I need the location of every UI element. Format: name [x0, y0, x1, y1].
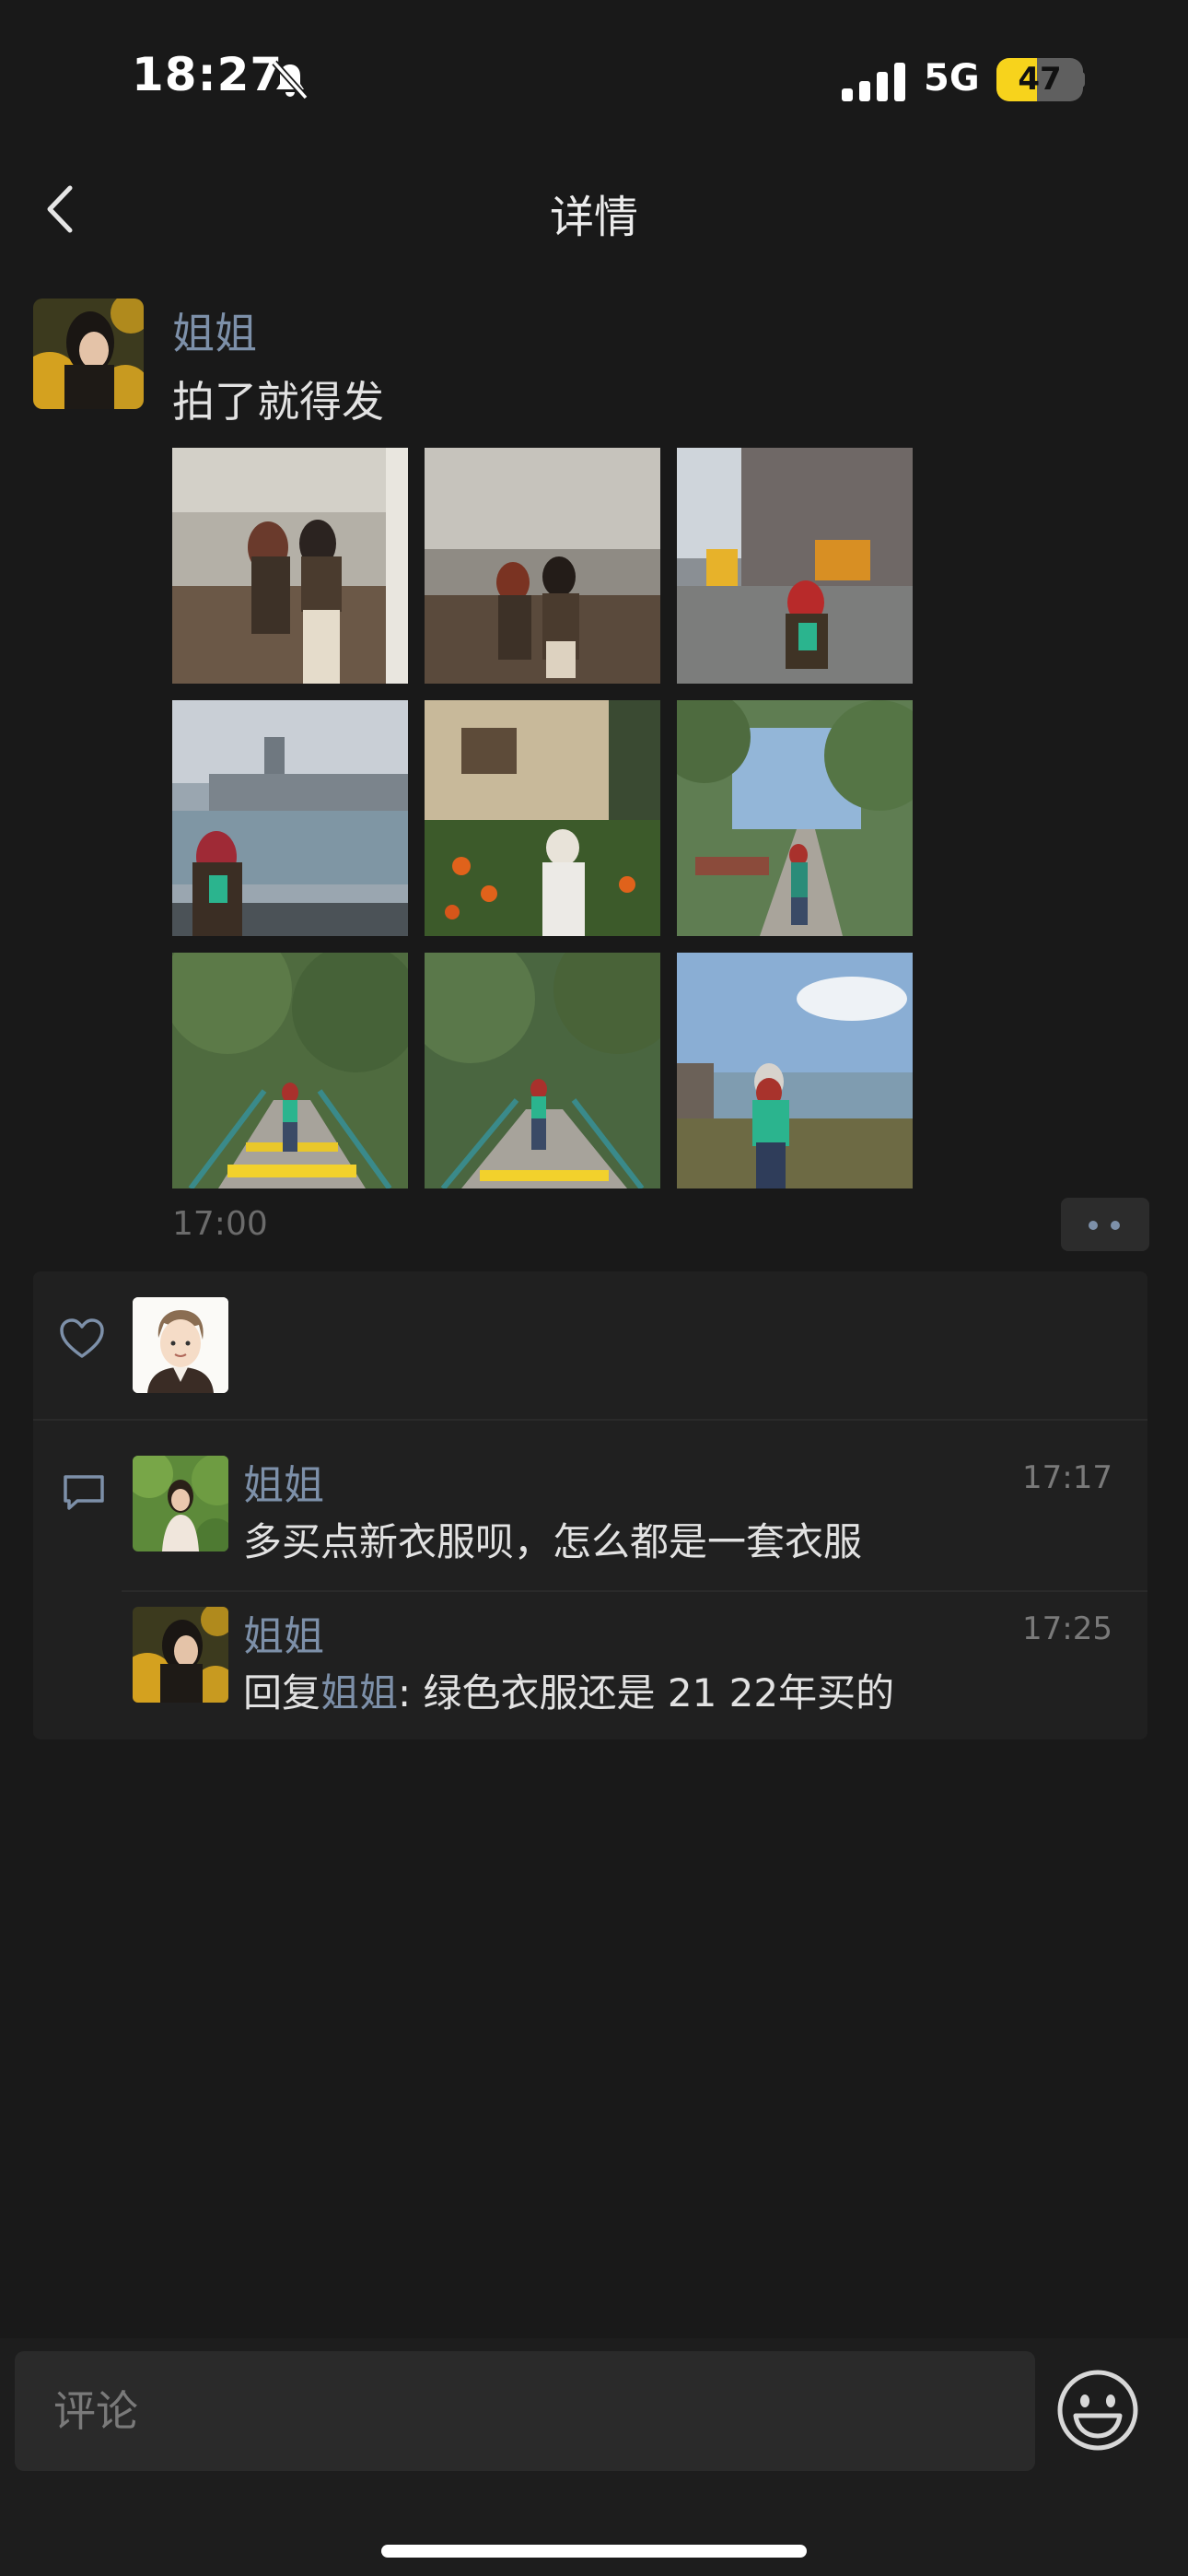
likes-comments-panel: 姐姐 17:17 多买点新衣服呗，怎么都是一套衣服 姐姐 17:25 回复姐姐:… [33, 1271, 1147, 1739]
navigation-bar: 详情 [0, 147, 1188, 269]
photo-thumbnail[interactable] [425, 953, 660, 1188]
photo-thumbnail[interactable] [425, 448, 660, 684]
photo-thumbnail[interactable] [425, 700, 660, 936]
comment-text: 多买点新衣服呗，怎么都是一套衣服 [243, 1519, 863, 1564]
battery-level: 47 [1018, 61, 1062, 98]
post-time: 17:00 [172, 1205, 268, 1243]
photo-thumbnail[interactable] [172, 448, 408, 684]
comment-text: 回复姐姐: 绿色衣服还是 21 22年买的 [243, 1662, 894, 1718]
home-indicator [381, 2545, 807, 2558]
author-avatar[interactable] [33, 299, 144, 409]
post-author-name[interactable]: 姐姐 [172, 300, 257, 361]
status-bar: 18:27 5G 47 [0, 0, 1188, 147]
battery-cap [1079, 72, 1085, 88]
comment-item[interactable]: 姐姐 17:25 回复姐姐: 绿色衣服还是 21 22年买的 [133, 1607, 1127, 1717]
photo-thumbnail[interactable] [172, 953, 408, 1188]
photo-thumbnail[interactable] [172, 700, 408, 936]
comment-time: 17:17 [1022, 1459, 1112, 1496]
comment-input-bar [0, 2338, 1188, 2576]
status-time: 18:27 [132, 48, 284, 101]
photo-thumbnail[interactable] [677, 953, 913, 1188]
photo-thumbnail[interactable] [677, 700, 913, 936]
bell-slash-icon [272, 60, 309, 100]
battery-icon: 47 [996, 58, 1083, 101]
post-text: 拍了就得发 [172, 377, 384, 427]
reply-text: : 绿色衣服还是 21 22年买的 [398, 1670, 895, 1715]
two-dots-icon[interactable] [1061, 1198, 1149, 1251]
photo-thumbnail[interactable] [677, 448, 913, 684]
comment-bubble-icon [64, 1475, 104, 1510]
liker-avatar[interactable] [133, 1297, 228, 1393]
page-title: 详情 [549, 192, 638, 243]
divider [122, 1590, 1147, 1592]
divider [33, 1419, 1147, 1421]
photo-grid [172, 448, 913, 1188]
commenter-name[interactable]: 姐姐 [243, 1452, 324, 1511]
smiley-face-icon[interactable] [1055, 2368, 1140, 2453]
comment-item[interactable]: 姐姐 17:17 多买点新衣服呗，怎么都是一套衣服 [133, 1456, 1127, 1566]
comment-time: 17:25 [1022, 1610, 1112, 1647]
comment-input[interactable] [15, 2351, 1035, 2471]
reply-prefix: 回复 [243, 1670, 321, 1715]
network-type: 5G [924, 57, 980, 100]
signal-strength-icon [842, 61, 906, 101]
commenter-name[interactable]: 姐姐 [243, 1603, 324, 1662]
commenter-avatar[interactable] [133, 1456, 228, 1551]
heart-icon [60, 1318, 104, 1358]
reply-to-name[interactable]: 姐姐 [320, 1670, 398, 1715]
commenter-avatar[interactable] [133, 1607, 228, 1703]
